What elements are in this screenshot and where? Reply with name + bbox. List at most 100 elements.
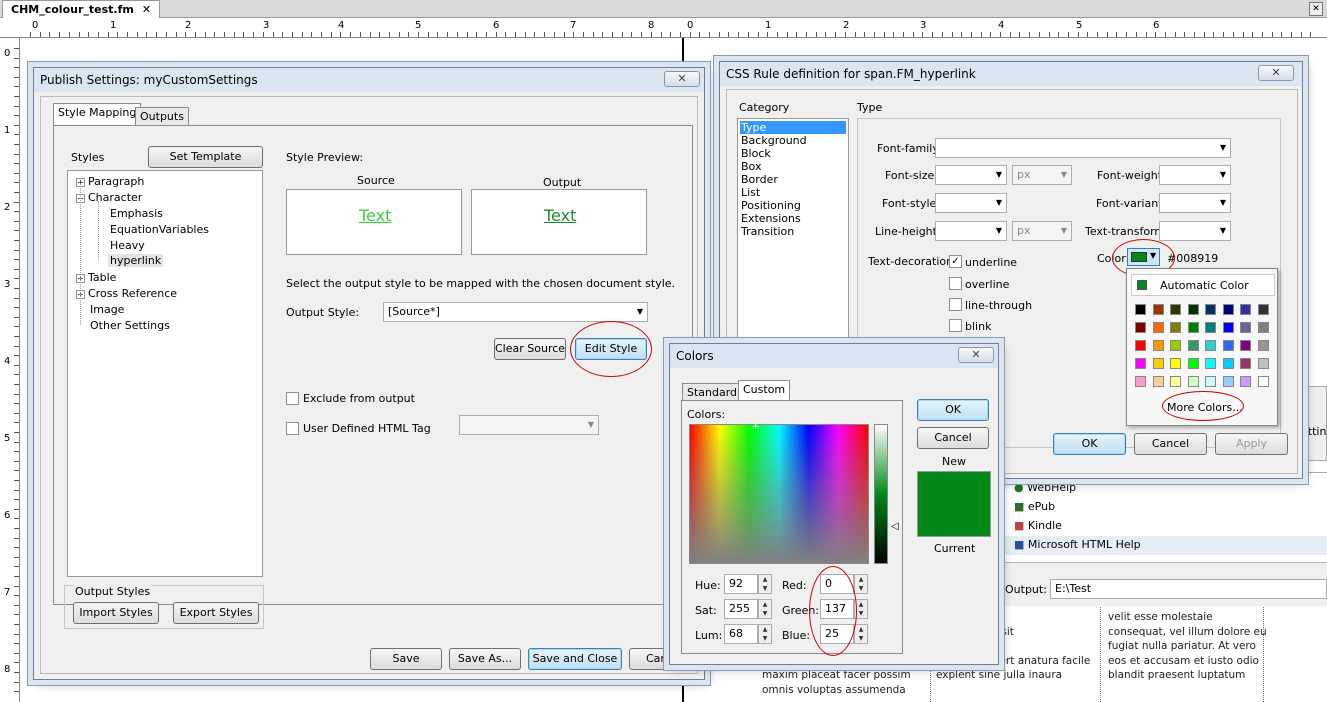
close-button[interactable]: ✕: [1258, 65, 1294, 81]
category-extensions[interactable]: Extensions: [741, 212, 801, 225]
format-webhelp[interactable]: ● WebHelp: [1014, 481, 1076, 494]
user-tag-checkbox[interactable]: [286, 422, 299, 435]
user-tag-select[interactable]: ▼: [459, 415, 599, 435]
color-swatch[interactable]: [1152, 304, 1164, 315]
color-swatch[interactable]: [1205, 358, 1216, 369]
font-size-select[interactable]: ▼: [935, 165, 1007, 185]
color-swatch[interactable]: [1240, 376, 1251, 387]
output-location-input[interactable]: E:\Test: [1050, 579, 1327, 599]
color-swatch[interactable]: [1240, 322, 1251, 333]
close-button[interactable]: ✕: [958, 347, 994, 363]
tab-standard[interactable]: Standard: [682, 383, 743, 401]
line-through-checkbox[interactable]: [949, 298, 962, 311]
import-styles-button[interactable]: Import Styles: [73, 602, 159, 624]
slider-arrow-icon[interactable]: ◁: [891, 521, 899, 532]
clear-source-button[interactable]: Clear Source: [494, 338, 566, 360]
color-swatch[interactable]: [1135, 358, 1146, 369]
tree-item-paragraph[interactable]: + Paragraph: [76, 175, 144, 188]
tree-item-cross-reference[interactable]: + Cross Reference: [76, 287, 177, 300]
category-positioning[interactable]: Positioning: [741, 199, 801, 212]
overline-checkbox[interactable]: [949, 277, 962, 290]
close-icon[interactable]: ✕: [1309, 2, 1323, 16]
sat-input[interactable]: 255: [724, 599, 758, 619]
color-swatch[interactable]: [1187, 376, 1199, 387]
styles-tree[interactable]: + Paragraph − Character Emphasis EquationV…: [67, 170, 263, 577]
blue-spinner[interactable]: ▲ ▼: [854, 624, 868, 644]
tab-custom[interactable]: Custom: [738, 380, 791, 402]
tree-item-hyperlink[interactable]: hyperlink: [108, 254, 164, 267]
color-swatch[interactable]: [1170, 322, 1181, 333]
format-kindle[interactable]: ■ Kindle: [1014, 519, 1062, 532]
close-icon[interactable]: ✕: [142, 3, 151, 16]
color-swatch[interactable]: [1240, 358, 1251, 369]
color-swatch[interactable]: [1222, 340, 1234, 351]
color-swatch[interactable]: [1257, 322, 1269, 333]
hue-spinner[interactable]: ▲ ▼: [758, 574, 772, 594]
font-variant-select[interactable]: ▼: [1159, 193, 1231, 213]
color-swatch[interactable]: [1222, 358, 1234, 369]
color-swatch[interactable]: [1135, 376, 1146, 387]
hue-input[interactable]: 92: [724, 574, 758, 594]
color-swatch[interactable]: [1222, 304, 1234, 315]
color-swatch[interactable]: [1135, 304, 1146, 315]
tab-style-mapping[interactable]: Style Mapping: [53, 103, 142, 125]
tree-item-emphasis[interactable]: Emphasis: [110, 207, 163, 220]
color-swatch[interactable]: [1152, 376, 1164, 387]
color-swatch[interactable]: [1257, 358, 1269, 369]
color-swatch[interactable]: [1187, 358, 1199, 369]
category-type[interactable]: Type: [740, 121, 846, 134]
color-swatch[interactable]: [1135, 322, 1146, 333]
document-tab[interactable]: CHM_colour_test.fm ✕: [2, 0, 161, 18]
font-weight-select[interactable]: ▼: [1159, 165, 1231, 185]
save-as-button[interactable]: Save As...: [449, 648, 521, 670]
tree-item-equationvariables[interactable]: EquationVariables: [110, 223, 209, 236]
cancel-button[interactable]: Cancel: [1134, 433, 1207, 455]
font-size-unit-select[interactable]: px ▼: [1012, 165, 1072, 185]
tree-item-heavy[interactable]: Heavy: [110, 239, 145, 252]
tree-item-table[interactable]: + Table: [76, 271, 116, 284]
tree-item-other-settings[interactable]: Other Settings: [90, 319, 170, 332]
color-swatch[interactable]: [1205, 340, 1216, 351]
text-transform-select[interactable]: ▼: [1159, 221, 1231, 241]
category-transition[interactable]: Transition: [741, 225, 794, 238]
color-swatch[interactable]: [1240, 304, 1251, 315]
ok-button[interactable]: OK: [1053, 433, 1126, 455]
automatic-color-option[interactable]: Automatic Color: [1131, 274, 1275, 296]
cancel-button[interactable]: Cancel: [917, 427, 989, 449]
color-swatch[interactable]: [1152, 358, 1164, 369]
color-swatch[interactable]: [1257, 376, 1269, 387]
tree-item-character[interactable]: − Character: [76, 191, 142, 204]
lum-spinner[interactable]: ▲ ▼: [758, 624, 772, 644]
color-swatch[interactable]: [1187, 322, 1199, 333]
color-spectrum[interactable]: +: [689, 422, 869, 564]
color-swatch[interactable]: [1170, 376, 1181, 387]
color-swatch[interactable]: [1187, 340, 1199, 351]
tree-item-image[interactable]: Image: [90, 303, 124, 316]
save-and-close-button[interactable]: Save and Close: [528, 648, 622, 670]
color-swatch[interactable]: [1152, 340, 1164, 351]
lum-input[interactable]: 68: [724, 624, 758, 644]
apply-button[interactable]: Apply: [1215, 433, 1288, 455]
category-background[interactable]: Background: [741, 134, 807, 147]
category-block[interactable]: Block: [741, 147, 771, 160]
tab-outputs[interactable]: Outputs: [135, 107, 189, 125]
category-list-item[interactable]: List: [741, 186, 760, 199]
color-swatch[interactable]: [1257, 340, 1269, 351]
save-button[interactable]: Save: [370, 648, 442, 670]
format-epub[interactable]: ■ ePub: [1014, 500, 1055, 513]
underline-checkbox[interactable]: ✓: [949, 255, 962, 268]
blink-checkbox[interactable]: [949, 319, 962, 332]
format-ms-html-help[interactable]: ■ Microsoft HTML Help: [1000, 536, 1327, 555]
output-style-select[interactable]: [Source*] ▼: [383, 302, 648, 322]
color-swatch[interactable]: [1170, 340, 1181, 351]
export-styles-button[interactable]: Export Styles: [173, 602, 259, 624]
luminance-slider[interactable]: [874, 424, 888, 564]
red-spinner[interactable]: ▲ ▼: [854, 574, 868, 594]
sat-spinner[interactable]: ▲ ▼: [758, 599, 772, 619]
color-swatch[interactable]: [1205, 376, 1216, 387]
close-button[interactable]: ✕: [664, 71, 700, 87]
category-box[interactable]: Box: [741, 160, 761, 173]
exclude-checkbox[interactable]: [286, 392, 299, 405]
color-swatch[interactable]: [1152, 322, 1164, 333]
color-swatch[interactable]: [1135, 340, 1146, 351]
